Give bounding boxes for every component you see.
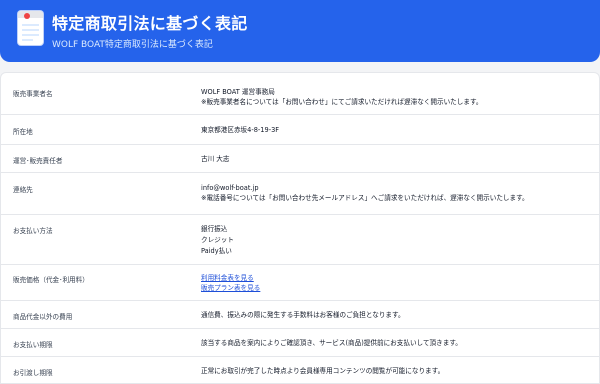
row-value: info@wolf-boat.jp ※電話番号については「お問い合わせ先メールア… [201,183,529,203]
row-label: 商品代金以外の費用 [13,313,73,321]
plan-table-link[interactable]: 販売プラン表を見る [201,284,260,292]
responsible-name: 古川 大志 [201,155,230,163]
table-row-seller-name: 販売事業者名 WOLF BOAT 運営事務局 ※販売事業者名については「お問い合… [1,73,599,115]
list-item: Paidy払い [201,247,232,256]
table-row-payment-deadline: お支払い期限 該当する商品を案内によりご確認頂き、サービス(商品)提供前にお支払… [1,329,599,357]
row-label: お支払い期限 [13,341,53,349]
table-row-contact: 連絡先 info@wolf-boat.jp ※電話番号については「お問い合わせ先… [1,173,599,215]
row-label: 連絡先 [13,186,33,194]
seller-name-text: WOLF BOAT 運営事務局 [201,88,275,96]
delivery-deadline-text: 正常にお取引が完了した時点より会員様専用コンテンツの閲覧が可能になります。 [201,367,445,375]
table-row-address: 所在地 東京都港区赤坂4-8-19-3F [1,115,599,145]
row-label: 所在地 [13,128,33,136]
page-subtitle: WOLF BOAT特定商取引法に基づく表記 [52,40,213,50]
payment-methods-list: 銀行振込 クレジット Paidy払い [201,224,234,258]
page-header: 特定商取引法に基づく表記 WOLF BOAT特定商取引法に基づく表記 [0,0,600,62]
table-row-other-costs: 商品代金以外の費用 通信費、振込みの際に発生する手数料はお客様のご負担となります… [1,301,599,329]
legal-info-table: 販売事業者名 WOLF BOAT 運営事務局 ※販売事業者名については「お問い合… [0,72,600,384]
contact-note: ※電話番号については「お問い合わせ先メールアドレス」へご請求をいただければ、遅滞… [201,194,529,203]
document-icon [18,11,43,45]
row-label: 販売価格（代金･利用料） [13,276,89,284]
table-row-price: 販売価格（代金･利用料） 利用料金表を見る 販売プラン表を見る [1,265,599,301]
table-row-payment-methods: お支払い方法 銀行振込 クレジット Paidy払い [1,215,599,265]
payment-deadline-text: 該当する商品を案内によりご確認頂き、サービス(商品)提供前にお支払いして頂きます… [201,339,462,347]
row-value: WOLF BOAT 運営事務局 ※販売事業者名については「お問い合わせ」にてご請… [201,87,482,107]
other-costs-text: 通信費、振込みの際に発生する手数料はお客様のご負担となります。 [201,311,405,319]
table-row-responsible: 運営･販売責任者 古川 大志 [1,145,599,173]
seller-name-note: ※販売事業者名については「お問い合わせ」にてご請求いただければ遅滞なく開示いたし… [201,98,483,107]
address-text: 東京都港区赤坂4-8-19-3F [201,126,280,134]
list-item: クレジット [201,236,234,245]
page: 特定商取引法に基づく表記 WOLF BOAT特定商取引法に基づく表記 販売事業者… [0,0,600,384]
row-label: お支払い方法 [13,227,53,235]
contact-email: info@wolf-boat.jp [201,184,259,192]
list-item: 銀行振込 [201,225,228,233]
table-row-delivery-deadline: お引渡し期限 正常にお取引が完了した時点より会員様専用コンテンツの閲覧が可能にな… [1,357,599,383]
row-label: 販売事業者名 [13,90,53,98]
page-title: 特定商取引法に基づく表記 [52,14,248,33]
row-label: お引渡し期限 [13,369,53,377]
price-table-link[interactable]: 利用料金表を見る [201,274,254,282]
row-label: 運営･販売責任者 [13,157,63,165]
row-value: 利用料金表を見る 販売プラン表を見る [201,273,260,293]
